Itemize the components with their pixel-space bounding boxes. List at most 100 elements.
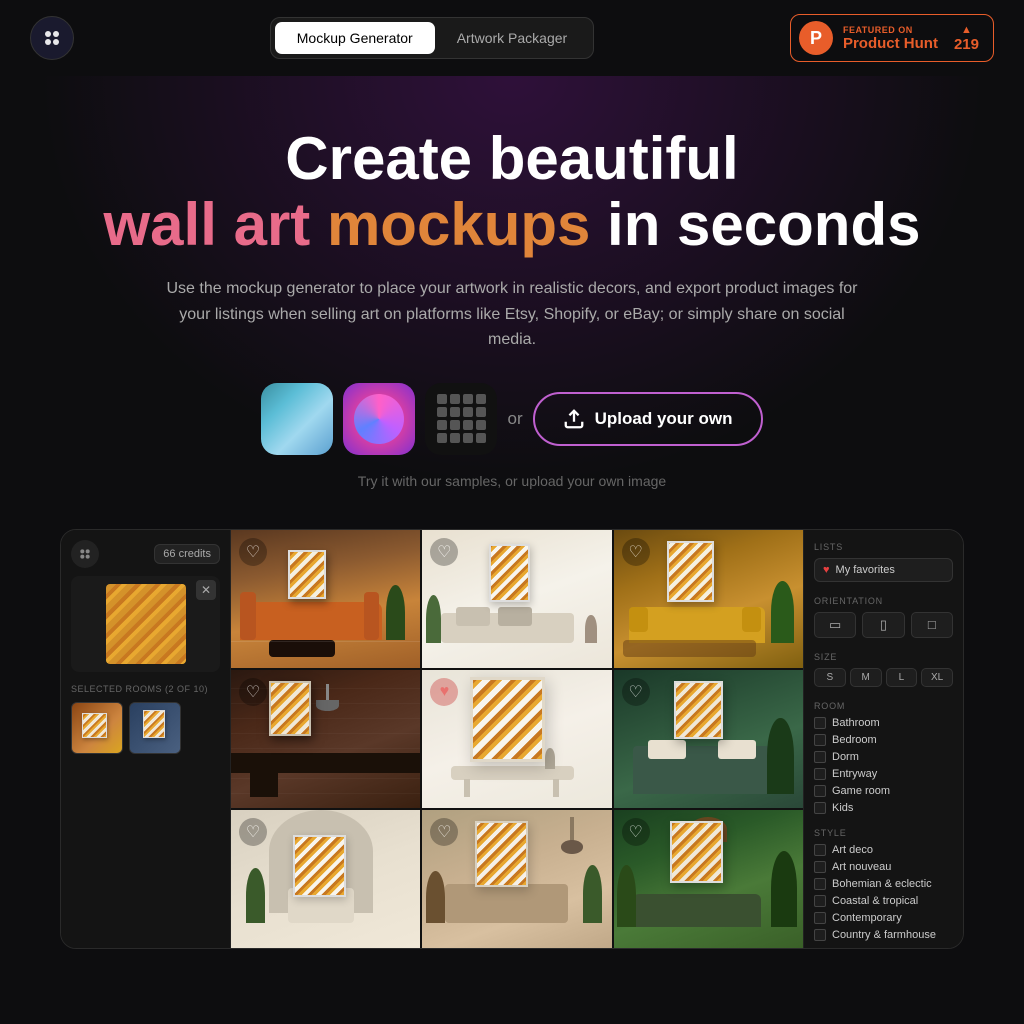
checkbox-dorm[interactable] xyxy=(814,751,826,763)
heart-btn-1[interactable]: ♡ xyxy=(239,538,267,566)
room-card-6[interactable]: ♡ xyxy=(614,670,803,808)
style-option-bohemian[interactable]: Bohemian & eclectic xyxy=(814,878,953,890)
heart-btn-7[interactable]: ♡ xyxy=(239,818,267,846)
grid-dot xyxy=(437,433,447,443)
room-card-7[interactable]: ♡ xyxy=(231,810,420,948)
grid-dot xyxy=(450,420,460,430)
checkbox-artdeco[interactable] xyxy=(814,844,826,856)
room-card-1[interactable]: ♡ xyxy=(231,530,420,668)
room-card-3[interactable]: ♡ xyxy=(614,530,803,668)
size-xl-btn[interactable]: XL xyxy=(921,668,953,687)
favorites-button[interactable]: ♥ My favorites xyxy=(814,558,953,582)
orient-landscape-btn[interactable]: ▭ xyxy=(814,612,856,638)
ph-count-number: 219 xyxy=(954,36,979,53)
filter-size: SIZE S M L XL xyxy=(814,652,953,687)
tab-artwork-packager[interactable]: Artwork Packager xyxy=(435,22,589,54)
grid-dot xyxy=(463,433,473,443)
sample-thumb-1[interactable] xyxy=(261,383,333,455)
checkbox-bedroom[interactable] xyxy=(814,734,826,746)
room-card-5[interactable]: ♥ xyxy=(422,670,611,808)
style-option-artdeco[interactable]: Art deco xyxy=(814,844,953,856)
style-option-coastal[interactable]: Coastal & tropical xyxy=(814,895,953,907)
orient-square-btn[interactable]: □ xyxy=(911,612,953,638)
selected-room-2[interactable] xyxy=(129,702,181,754)
style-option-artnouveau[interactable]: Art nouveau xyxy=(814,861,953,873)
checkbox-bathroom[interactable] xyxy=(814,717,826,729)
sample-thumb-2-inner xyxy=(354,394,404,444)
grid-dot xyxy=(463,407,473,417)
upload-button[interactable]: Upload your own xyxy=(533,392,763,446)
heart-btn-4[interactable]: ♡ xyxy=(239,678,267,706)
grid-dot xyxy=(463,394,473,404)
room-option-kids[interactable]: Kids xyxy=(814,802,953,814)
size-l-btn[interactable]: L xyxy=(886,668,918,687)
room-option-dorm[interactable]: Dorm xyxy=(814,751,953,763)
room-card-4[interactable]: ♡ xyxy=(231,670,420,808)
size-row: S M L XL xyxy=(814,668,953,687)
style-option-contemporary[interactable]: Contemporary xyxy=(814,912,953,924)
checkbox-coastal[interactable] xyxy=(814,895,826,907)
grid-dot xyxy=(476,433,486,443)
room-option-bathroom[interactable]: Bathroom xyxy=(814,717,953,729)
size-m-btn[interactable]: M xyxy=(850,668,882,687)
upload-label: Upload your own xyxy=(595,409,733,429)
grid-dot xyxy=(450,394,460,404)
heart-btn-8[interactable]: ♡ xyxy=(430,818,458,846)
hero-title: Create beautiful wall art mockups in sec… xyxy=(20,126,1004,258)
hero-title-line1: Create beautiful xyxy=(20,126,1004,192)
artwork-preview-card: ✕ xyxy=(71,576,220,672)
hero-section: Create beautiful wall art mockups in sec… xyxy=(0,76,1024,519)
app-preview: 66 credits ✕ SELECTED ROOMS (2 OF 10) xyxy=(60,529,964,949)
room-filter-label: ROOM xyxy=(814,701,953,711)
checkbox-bohemian[interactable] xyxy=(814,878,826,890)
heart-btn-3[interactable]: ♡ xyxy=(622,538,650,566)
square-icon: □ xyxy=(928,617,936,632)
hero-word-art: art xyxy=(234,191,311,258)
hero-word-in-seconds: in seconds xyxy=(607,191,920,258)
ph-arrow-icon: ▲ xyxy=(961,24,972,36)
style-option-country[interactable]: Country & farmhouse xyxy=(814,929,953,941)
heart-btn-2[interactable]: ♡ xyxy=(430,538,458,566)
size-s-btn[interactable]: S xyxy=(814,668,846,687)
artnouveau-label: Art nouveau xyxy=(832,861,891,873)
or-text: or xyxy=(507,409,522,429)
room-card-8[interactable]: ♡ xyxy=(422,810,611,948)
selected-rooms-label: SELECTED ROOMS (2 OF 10) xyxy=(71,684,220,694)
checkbox-gameroom[interactable] xyxy=(814,785,826,797)
sample-thumb-2[interactable] xyxy=(343,383,415,455)
selected-room-1[interactable] xyxy=(71,702,123,754)
filter-style: STYLE Art deco Art nouveau Bohemian & ec… xyxy=(814,828,953,941)
room-option-gameroom[interactable]: Game room xyxy=(814,785,953,797)
sample-hint: Try it with our samples, or upload your … xyxy=(20,473,1004,489)
checkbox-contemporary[interactable] xyxy=(814,912,826,924)
tab-mockup-generator[interactable]: Mockup Generator xyxy=(275,22,435,54)
room-option-bedroom[interactable]: Bedroom xyxy=(814,734,953,746)
heart-btn-6[interactable]: ♡ xyxy=(622,678,650,706)
orient-portrait-btn[interactable]: ▯ xyxy=(862,612,904,638)
heart-icon-1: ♡ xyxy=(246,542,260,562)
checkbox-entryway[interactable] xyxy=(814,768,826,780)
panel-logo xyxy=(71,540,99,568)
grid-dot xyxy=(476,407,486,417)
heart-icon-5: ♥ xyxy=(440,683,450,701)
sample-thumb-3[interactable] xyxy=(425,383,497,455)
selected-rooms-row xyxy=(71,702,220,754)
checkbox-country[interactable] xyxy=(814,929,826,941)
product-hunt-badge[interactable]: P FEATURED ON Product Hunt ▲ 219 xyxy=(790,14,994,62)
checkbox-kids[interactable] xyxy=(814,802,826,814)
delete-artwork-button[interactable]: ✕ xyxy=(196,580,216,600)
ph-featured-label: FEATURED ON xyxy=(843,25,938,35)
left-panel: 66 credits ✕ SELECTED ROOMS (2 OF 10) xyxy=(61,530,231,948)
heart-icon-2: ♡ xyxy=(437,542,451,562)
kids-label: Kids xyxy=(832,802,853,814)
delete-icon: ✕ xyxy=(201,583,211,597)
room-option-entryway[interactable]: Entryway xyxy=(814,768,953,780)
room-card-9[interactable]: ♡ xyxy=(614,810,803,948)
room-card-9-inner: ♡ xyxy=(614,810,803,948)
heart-btn-9[interactable]: ♡ xyxy=(622,818,650,846)
checkbox-artnouveau[interactable] xyxy=(814,861,826,873)
room-card-2[interactable]: ♡ xyxy=(422,530,611,668)
credits-badge: 66 credits xyxy=(154,544,220,564)
logo xyxy=(30,16,74,60)
heart-btn-5[interactable]: ♥ xyxy=(430,678,458,706)
